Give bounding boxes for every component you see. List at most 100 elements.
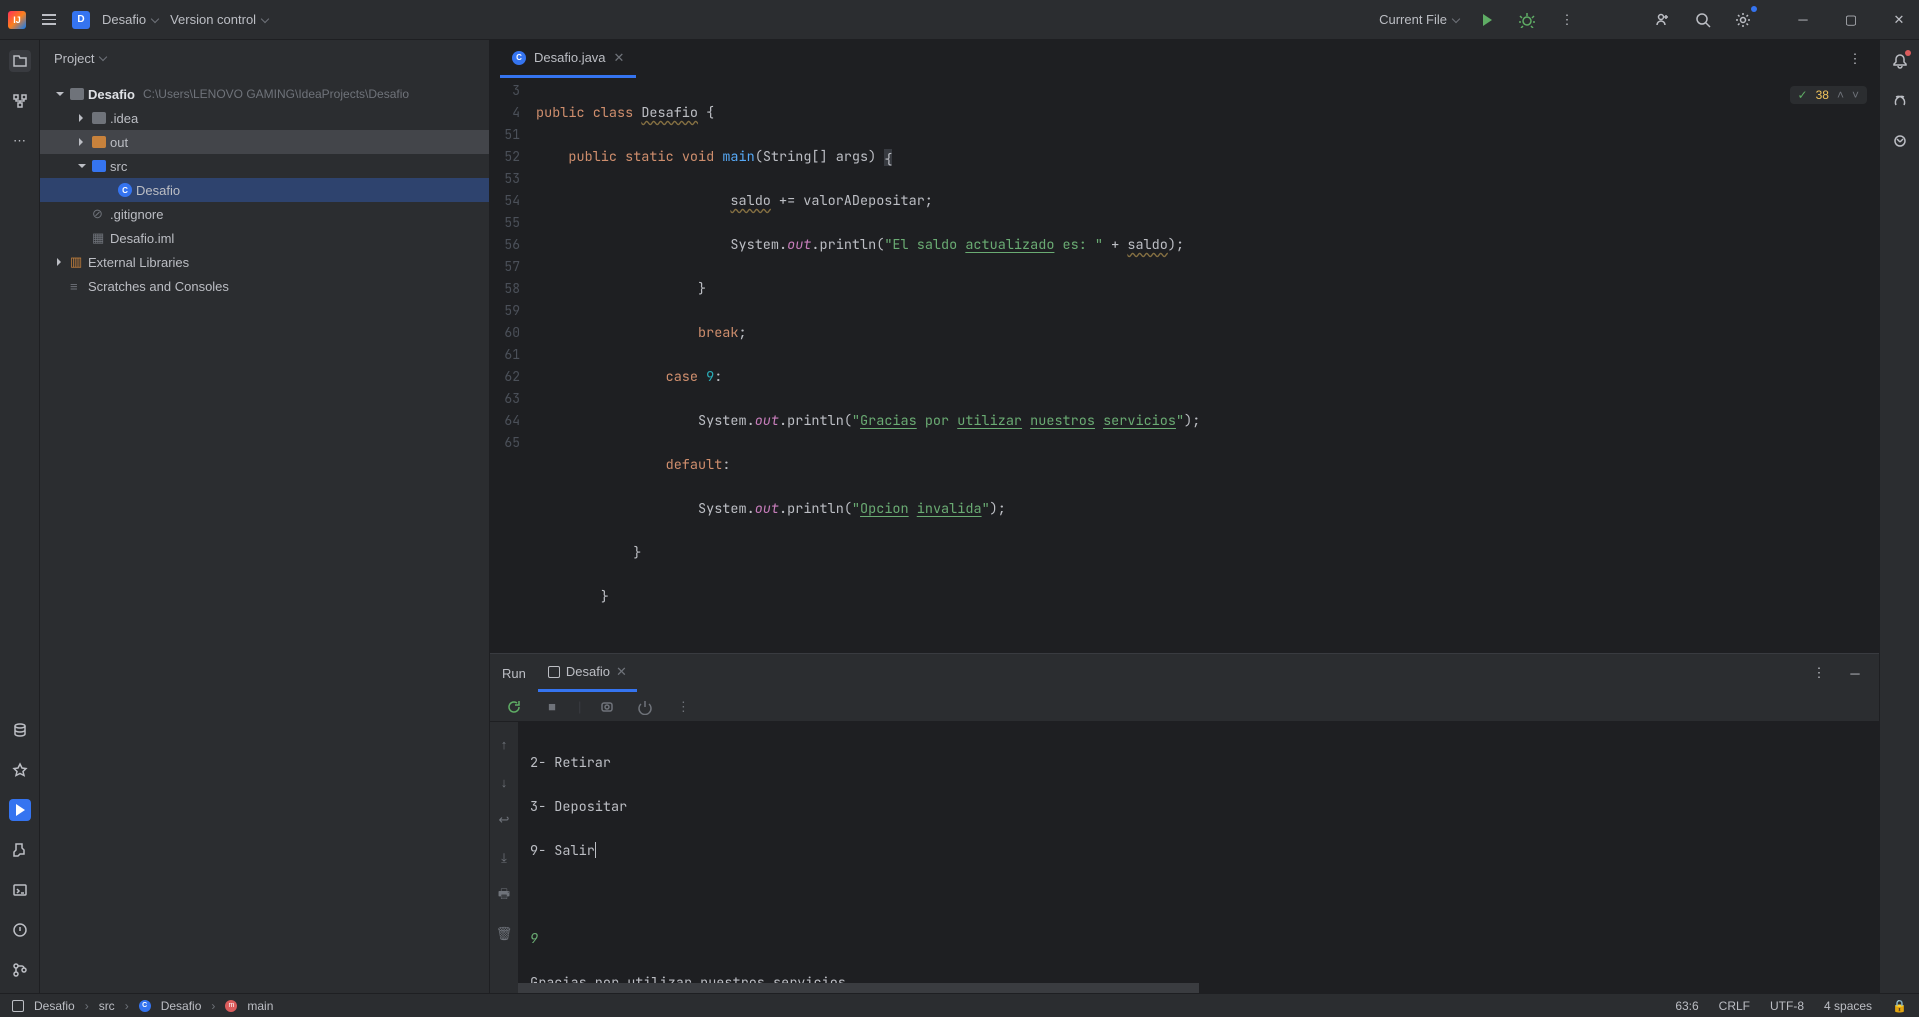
expand-icon[interactable] [76, 138, 88, 146]
scroll-down-button[interactable]: ↓ [492, 770, 516, 794]
line-number: 63 [490, 388, 520, 410]
tree-item-iml[interactable]: ▦ Desafio.iml [40, 226, 489, 250]
editor-more-button[interactable]: ⋮ [1843, 47, 1867, 71]
dump-threads-button[interactable] [595, 695, 619, 719]
caret-position[interactable]: 63:6 [1675, 999, 1698, 1013]
project-tree[interactable]: Desafio C:\Users\LENOVO GAMING\IdeaProje… [40, 76, 489, 993]
editor-tab-desafio[interactable]: C Desafio.java ✕ [500, 40, 636, 78]
console-line: 3- Depositar [530, 796, 1867, 818]
expand-icon[interactable] [76, 114, 88, 122]
exit-button[interactable] [633, 695, 657, 719]
tree-item-gitignore[interactable]: ⊘ .gitignore [40, 202, 489, 226]
rerun-button[interactable] [502, 695, 526, 719]
clear-console-button[interactable]: 🗑 [492, 922, 516, 946]
close-run-tab-button[interactable]: ✕ [616, 664, 627, 680]
run-more-button[interactable]: ⋮ [671, 695, 695, 719]
breadcrumb-method[interactable]: main [247, 999, 273, 1013]
expand-icon[interactable] [76, 160, 88, 172]
readonly-toggle[interactable]: 🔒 [1892, 999, 1907, 1013]
next-highlight-button[interactable]: ˅ [1852, 88, 1859, 102]
code-area[interactable]: public class Desafio { public static voi… [536, 78, 1879, 653]
tree-label: .idea [110, 111, 138, 126]
folder-icon [92, 160, 106, 172]
indent-setting[interactable]: 4 spaces [1824, 999, 1872, 1013]
line-number: 60 [490, 322, 520, 344]
tree-label: Desafio.iml [110, 231, 174, 246]
soft-wrap-button[interactable]: ↩ [492, 808, 516, 832]
line-number: 56 [490, 234, 520, 256]
class-icon: C [139, 1000, 151, 1012]
breadcrumb-project[interactable]: Desafio [34, 999, 75, 1013]
tree-label: Scratches and Consoles [88, 279, 229, 294]
project-panel-header[interactable]: Project [40, 40, 489, 76]
tree-item-out[interactable]: out [40, 130, 489, 154]
title-bar: IJ D Desafio Version control Current Fil… [0, 0, 1919, 40]
vcs-dropdown[interactable]: Version control [170, 12, 268, 27]
ai-assistant-button[interactable] [1889, 90, 1911, 112]
hide-run-panel-button[interactable]: ─ [1843, 661, 1867, 685]
print-button[interactable]: 🖶 [492, 884, 516, 908]
run-panel-more-button[interactable]: ⋮ [1807, 661, 1831, 685]
project-panel: Project Desafio C:\Users\LENOVO GAMING\I… [40, 40, 490, 993]
terminal-tool-button[interactable] [9, 879, 31, 901]
structure-tool-button[interactable] [9, 90, 31, 112]
console-line: 9 [530, 928, 1867, 950]
line-number: 55 [490, 212, 520, 234]
line-number: 54 [490, 190, 520, 212]
center-area: C Desafio.java ✕ ⋮ ✓ 38 ˄ ˅ 3 4 51 52 53… [490, 40, 1879, 993]
library-icon: ▥ [70, 254, 84, 270]
maximize-button[interactable]: ▢ [1839, 8, 1863, 32]
prev-highlight-button[interactable]: ˄ [1837, 88, 1844, 102]
more-actions-button[interactable]: ⋮ [1555, 8, 1579, 32]
run-tool-button[interactable] [9, 799, 31, 821]
tree-item-src[interactable]: src [40, 154, 489, 178]
run-button[interactable] [1475, 8, 1499, 32]
build-tool-button[interactable] [9, 839, 31, 861]
search-button[interactable] [1691, 8, 1715, 32]
expand-icon[interactable] [54, 258, 66, 266]
code-with-me-button[interactable] [1651, 8, 1675, 32]
file-encoding[interactable]: UTF-8 [1770, 999, 1804, 1013]
breadcrumb-src[interactable]: src [99, 999, 115, 1013]
more-tool-button[interactable]: ⋯ [9, 130, 31, 152]
tree-item-desafio-class[interactable]: C Desafio [40, 178, 489, 202]
breadcrumb-separator-icon: › [211, 999, 215, 1013]
scroll-end-button[interactable]: ⤓ [492, 846, 516, 870]
problems-tool-button[interactable] [9, 919, 31, 941]
close-tab-button[interactable]: ✕ [614, 50, 625, 66]
code-editor[interactable]: ✓ 38 ˄ ˅ 3 4 51 52 53 54 55 56 57 58 59 … [490, 78, 1879, 653]
services-tool-button[interactable] [9, 759, 31, 781]
console-output[interactable]: 2- Retirar 3- Depositar 9- Salir 9 Graci… [518, 722, 1879, 993]
debug-button[interactable] [1515, 8, 1539, 32]
minimize-button[interactable]: ─ [1791, 8, 1815, 32]
warning-count: 38 [1816, 88, 1829, 102]
line-ending[interactable]: CRLF [1719, 999, 1750, 1013]
tree-label: .gitignore [110, 207, 163, 222]
main-menu-button[interactable] [38, 10, 60, 29]
method-icon: m [225, 1000, 237, 1012]
class-icon: C [118, 183, 132, 197]
settings-button[interactable] [1731, 8, 1755, 32]
tree-scratches[interactable]: ≡ Scratches and Consoles [40, 274, 489, 298]
tree-external-libraries[interactable]: ▥ External Libraries [40, 250, 489, 274]
database-tool-button[interactable] [9, 719, 31, 741]
project-dropdown[interactable]: Desafio [102, 12, 158, 27]
expand-icon[interactable] [54, 88, 66, 100]
breadcrumb-class[interactable]: Desafio [161, 999, 202, 1013]
run-config-dropdown[interactable]: Current File [1379, 12, 1459, 27]
scroll-up-button[interactable]: ↑ [492, 732, 516, 756]
notifications-button[interactable] [1889, 50, 1911, 72]
project-tool-button[interactable] [9, 50, 31, 72]
run-tab[interactable]: Desafio ✕ [538, 654, 637, 692]
tree-root[interactable]: Desafio C:\Users\LENOVO GAMING\IdeaProje… [40, 82, 489, 106]
console-scrollbar[interactable] [518, 983, 1199, 993]
tree-item-idea[interactable]: .idea [40, 106, 489, 130]
close-window-button[interactable]: ✕ [1887, 8, 1911, 32]
copilot-button[interactable] [1889, 130, 1911, 152]
line-number: 53 [490, 168, 520, 190]
vcs-tool-button[interactable] [9, 959, 31, 981]
status-bar: Desafio › src › C Desafio › m main 63:6 … [0, 993, 1919, 1017]
stop-button[interactable]: ■ [540, 695, 564, 719]
run-tab-label: Desafio [566, 664, 610, 679]
line-number: 57 [490, 256, 520, 278]
